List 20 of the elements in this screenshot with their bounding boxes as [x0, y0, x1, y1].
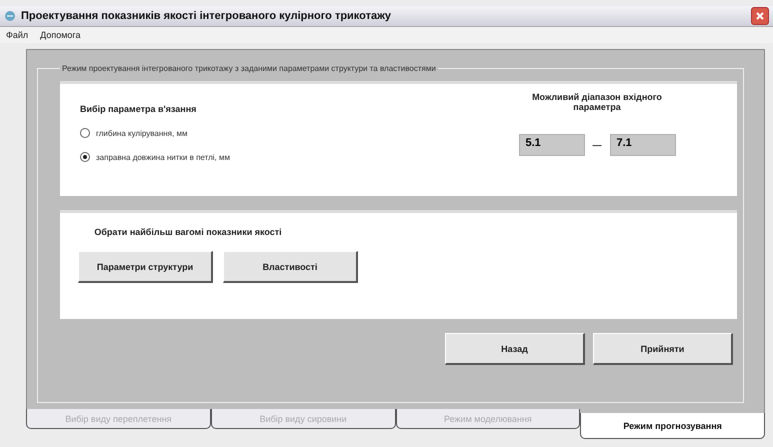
- menu-item[interactable]: Файл: [6, 30, 28, 40]
- app-icon: [4, 10, 16, 22]
- action-button[interactable]: Прийняти: [593, 333, 733, 365]
- quality-button[interactable]: Параметри структури: [78, 251, 213, 283]
- window-title: Проектування показників якості інтегрованого кулірного трикотажу: [21, 10, 392, 22]
- radio-option[interactable]: глибина кулірування, мм: [80, 128, 457, 138]
- group-title: Режим проектування інтегрованого трикотажу з заданими параметрами структури та властивостями: [61, 64, 437, 73]
- section-heading: Вибір параметра в'язання: [80, 104, 198, 114]
- quality-button[interactable]: Властивості: [223, 251, 358, 283]
- close-button[interactable]: [751, 7, 769, 25]
- range-from-field[interactable]: 5.1: [518, 134, 584, 156]
- range-to-field[interactable]: 7.1: [610, 134, 676, 156]
- action-button[interactable]: Назад: [445, 333, 585, 365]
- tab[interactable]: Режим прогнозування: [580, 413, 765, 439]
- radio-option[interactable]: заправна довжина нитки в петлі, мм: [80, 152, 457, 162]
- range-heading: Можливий діапазон вхідного параметра: [532, 92, 662, 112]
- close-icon: [755, 11, 765, 21]
- quality-heading: Обрати найбільш вагомі показники якості: [93, 227, 283, 237]
- range-separator: —: [592, 140, 602, 150]
- menu-item[interactable]: Допомога: [40, 30, 81, 40]
